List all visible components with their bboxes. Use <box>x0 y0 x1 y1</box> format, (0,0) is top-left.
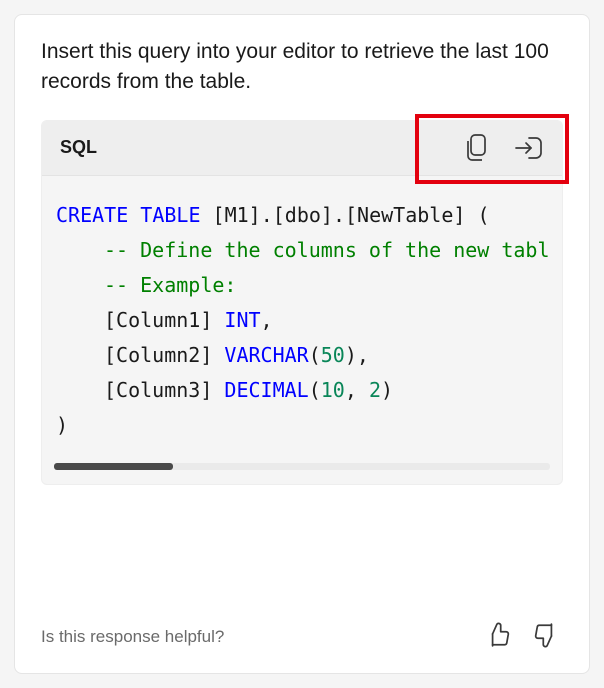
code-line: [Column1] INT, <box>56 303 548 338</box>
insert-button[interactable] <box>514 135 544 161</box>
insert-icon <box>514 135 544 161</box>
feedback-footer: Is this response helpful? <box>41 596 563 655</box>
code-line: -- Define the columns of the new tabl <box>56 233 548 268</box>
thumbs-down-button[interactable] <box>529 618 563 655</box>
response-card: Insert this query into your editor to re… <box>14 14 590 674</box>
feedback-prompt: Is this response helpful? <box>41 627 224 647</box>
code-frame: SQL <box>41 120 563 485</box>
scrollbar-thumb[interactable] <box>54 463 173 470</box>
code-body: CREATE TABLE [M1].[dbo].[NewTable] ( -- … <box>42 176 562 461</box>
code-line: -- Example: <box>56 268 548 303</box>
intro-text: Insert this query into your editor to re… <box>41 37 563 98</box>
thumbs-up-button[interactable] <box>481 618 515 655</box>
code-line: CREATE TABLE [M1].[dbo].[NewTable] ( <box>56 198 548 233</box>
thumbs-down-icon <box>533 622 559 648</box>
code-language-label: SQL <box>60 137 97 158</box>
code-header: SQL <box>42 121 562 176</box>
code-actions <box>464 133 544 163</box>
code-block: SQL <box>41 120 563 485</box>
code-line: ) <box>56 408 548 443</box>
code-line: [Column2] VARCHAR(50), <box>56 338 548 373</box>
code-line: [Column3] DECIMAL(10, 2) <box>56 373 548 408</box>
copy-button[interactable] <box>464 133 490 163</box>
thumbs-up-icon <box>485 622 511 648</box>
copy-icon <box>464 133 490 163</box>
scrollbar-horizontal[interactable] <box>54 463 550 470</box>
feedback-actions <box>481 618 563 655</box>
